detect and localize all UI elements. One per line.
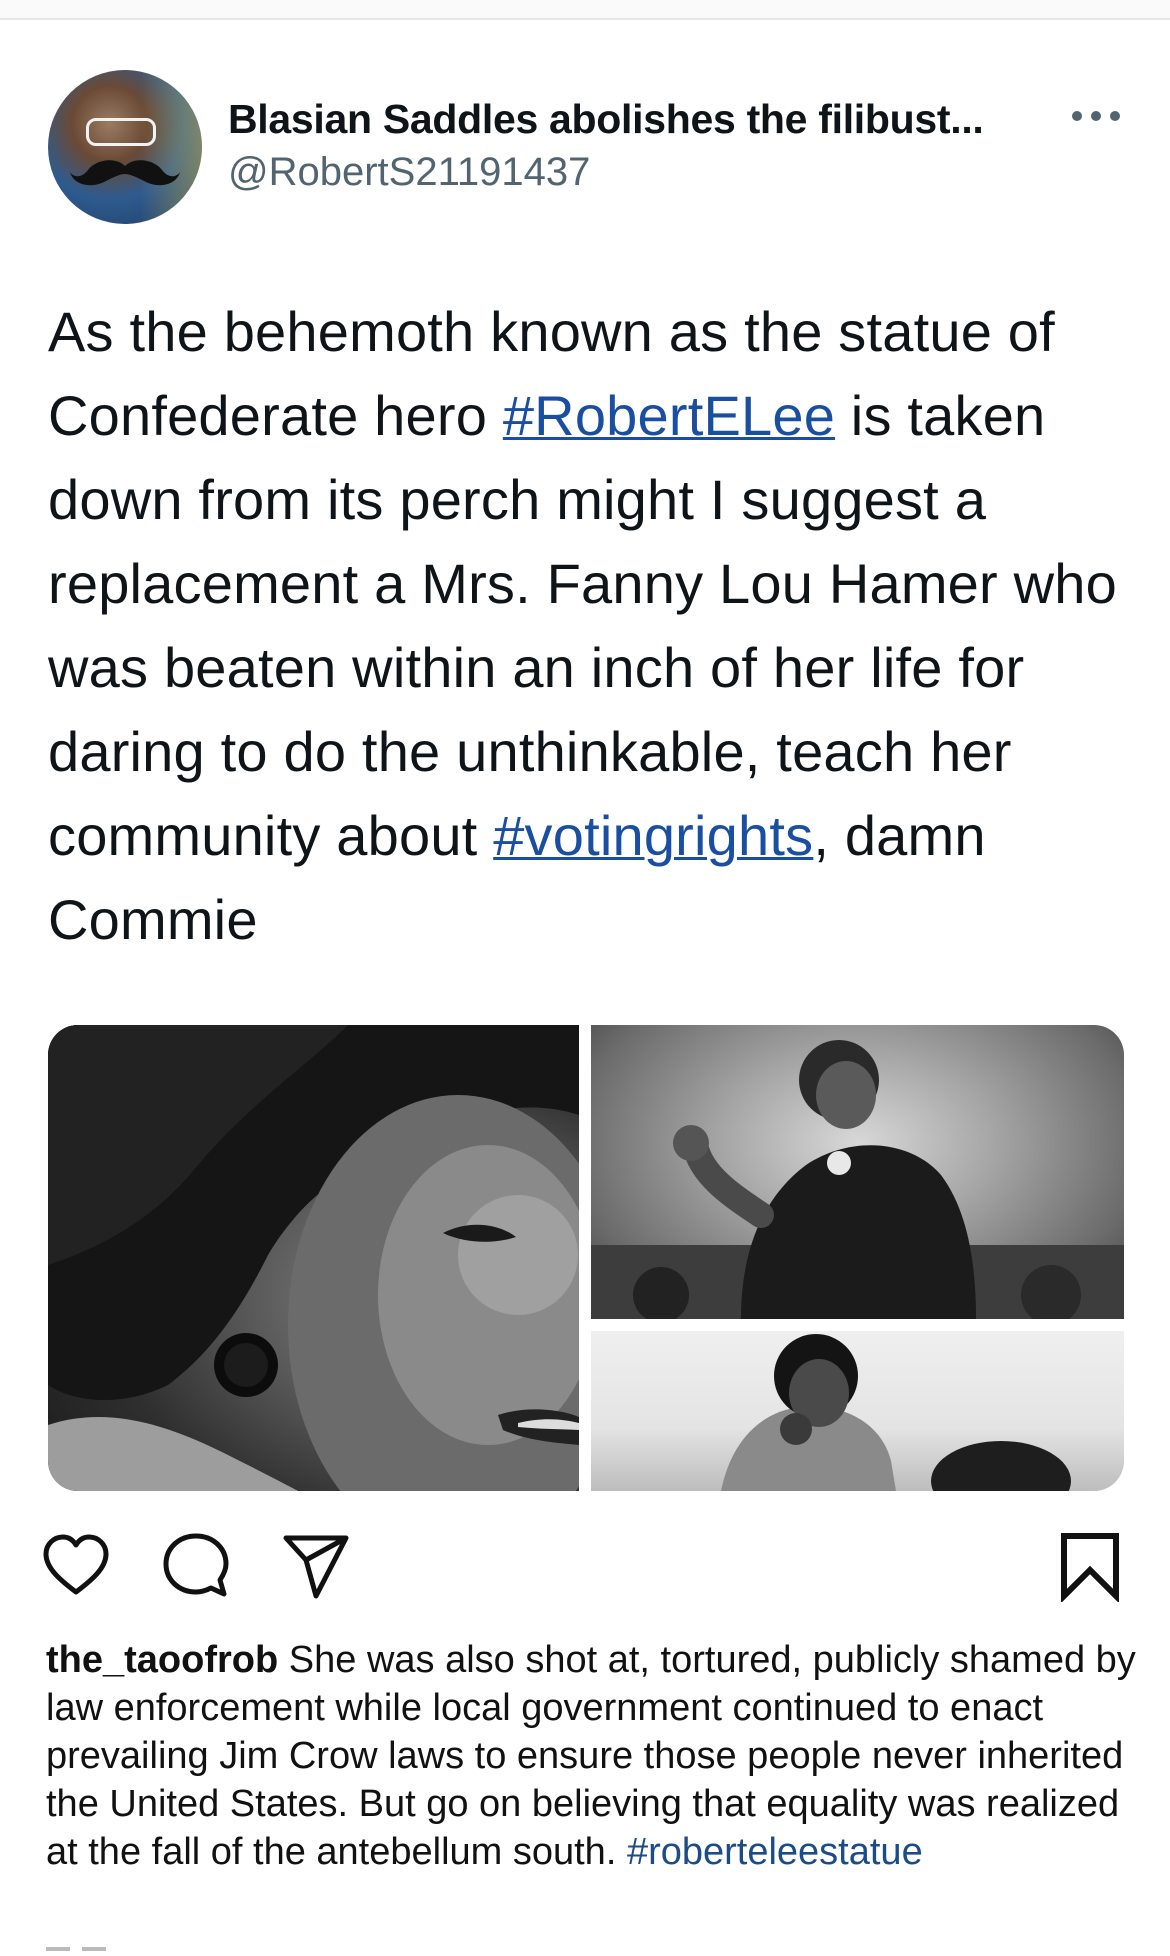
- singing-photo: [721, 1334, 1071, 1491]
- comment-icon: [163, 1533, 229, 1597]
- portrait-photo: [48, 1025, 579, 1491]
- photo-bottom-right[interactable]: [591, 1331, 1124, 1491]
- avatar-background: [140, 70, 202, 224]
- hashtag-link-votingrights[interactable]: #votingrights: [493, 804, 813, 867]
- hashtag-link-robertelee[interactable]: #RobertELee: [503, 384, 835, 447]
- hashtag-link-roberteleestatue[interactable]: #roberteleestatue: [627, 1831, 923, 1873]
- caption-username[interactable]: the_taoofrob: [46, 1639, 278, 1681]
- share-button[interactable]: [280, 1530, 352, 1602]
- rally-photo: [591, 1040, 1124, 1319]
- user-handle[interactable]: @RobertS21191437: [228, 150, 590, 195]
- more-horizontal-icon[interactable]: [1072, 106, 1120, 126]
- heart-icon: [43, 1534, 109, 1595]
- comment-button[interactable]: [160, 1530, 232, 1602]
- display-name[interactable]: Blasian Saddles abolishes the filibust..…: [228, 96, 984, 143]
- truncated-row: [46, 1938, 246, 1951]
- photo-main[interactable]: [48, 1025, 579, 1491]
- like-button[interactable]: [40, 1530, 112, 1602]
- tweet-text: As the behemoth known as the statue of C…: [48, 290, 1128, 962]
- media-grid: [48, 1025, 1124, 1491]
- action-bar: [40, 1530, 1130, 1602]
- caption: the_taoofrob She was also shot at, tortu…: [46, 1636, 1136, 1876]
- dot: [1110, 111, 1120, 121]
- dot: [1091, 111, 1101, 121]
- glasses-decoration: [86, 118, 156, 146]
- share-icon: [283, 1535, 349, 1599]
- photo-top-right[interactable]: [591, 1025, 1124, 1319]
- bookmark-button[interactable]: [1054, 1530, 1126, 1602]
- avatar[interactable]: [48, 70, 202, 224]
- dot: [1072, 111, 1082, 121]
- top-divider: [0, 0, 1170, 20]
- bookmark-icon: [1061, 1533, 1119, 1602]
- tweet-text-part: is taken down from its perch might I sug…: [48, 384, 1117, 867]
- mustache-icon: [70, 160, 180, 186]
